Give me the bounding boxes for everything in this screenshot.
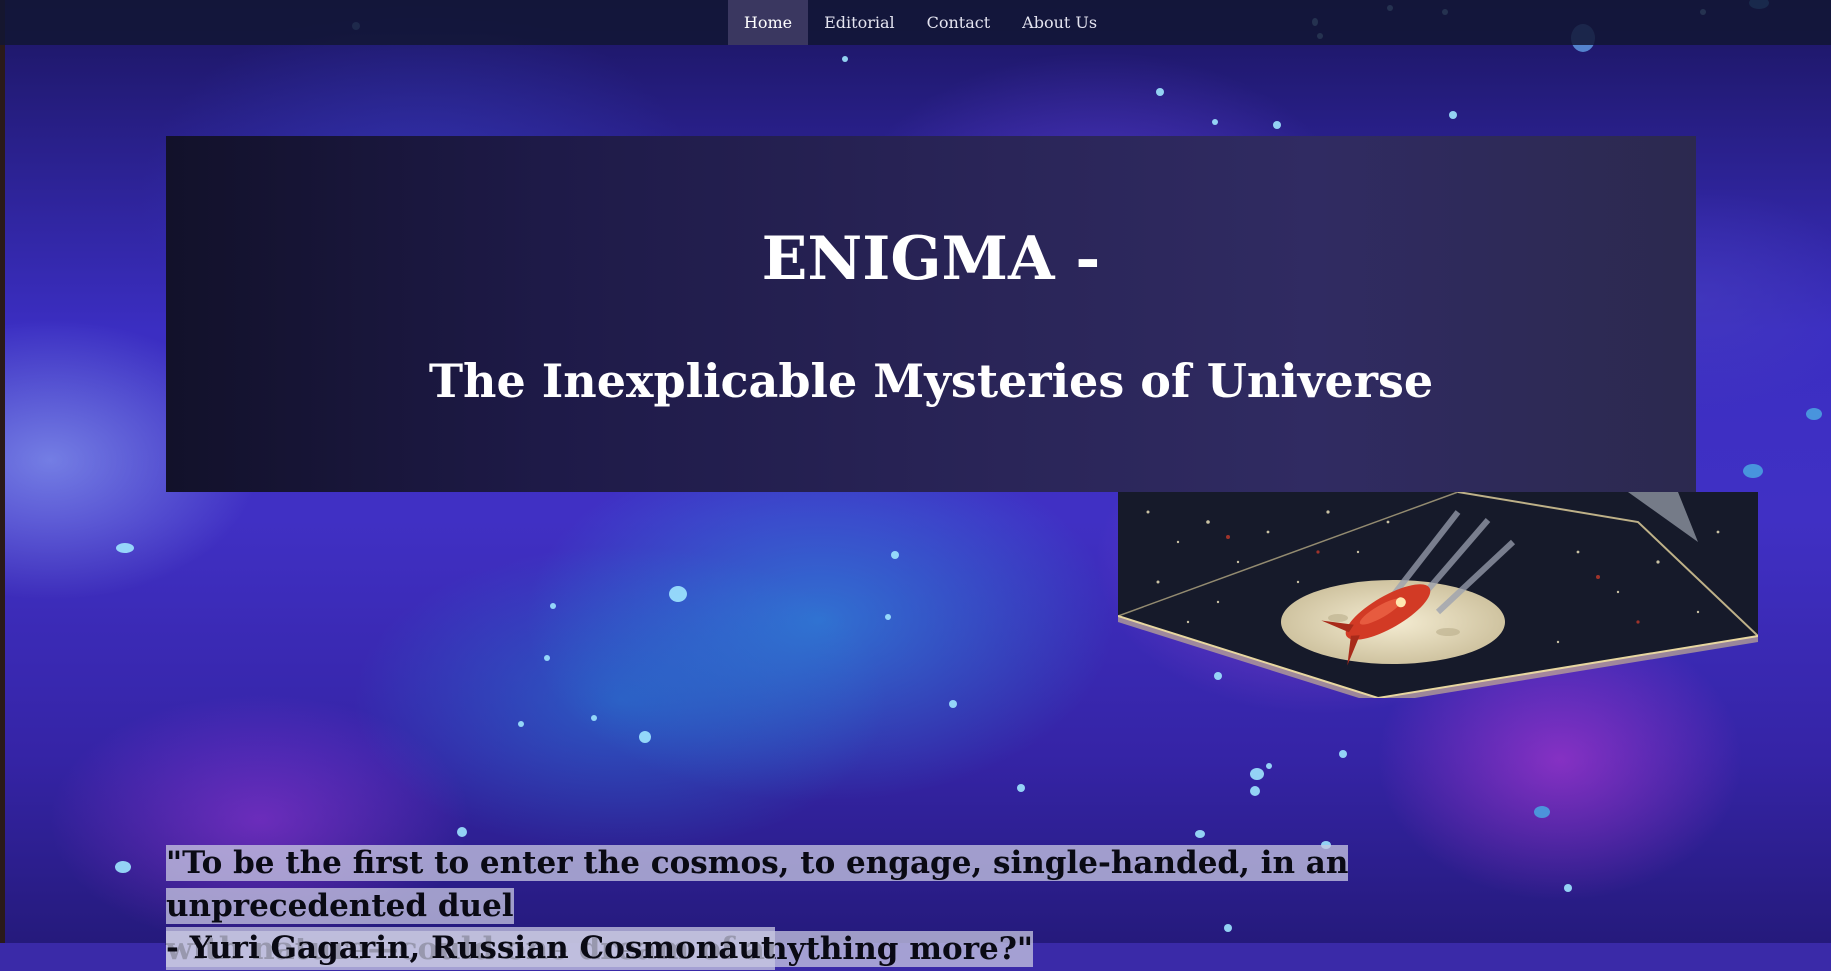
quote-author: - Yuri Gagarin, Russian Cosmonaut: [166, 927, 776, 970]
nav-about-us[interactable]: About Us: [1006, 0, 1113, 45]
hero-subtitle: The Inexplicable Mysteries of Universe: [428, 354, 1434, 408]
left-edge-strip: [0, 0, 5, 943]
nav-editorial[interactable]: Editorial: [808, 0, 911, 45]
hero-title: ENIGMA -: [761, 224, 1101, 294]
rocket-cube-icon: [1117, 491, 1759, 704]
hero-banner: ENIGMA - The Inexplicable Mysteries of U…: [166, 136, 1696, 492]
nav-home[interactable]: Home: [727, 0, 809, 45]
rocket-cube-graphic: [1117, 491, 1759, 704]
nav-contact[interactable]: Contact: [911, 0, 1007, 45]
top-navigation: Home Editorial Contact About Us: [0, 0, 1831, 45]
nav-menu: Home Editorial Contact About Us: [727, 0, 1113, 45]
quote-line-1: "To be the first to enter the cosmos, to…: [166, 845, 1349, 924]
